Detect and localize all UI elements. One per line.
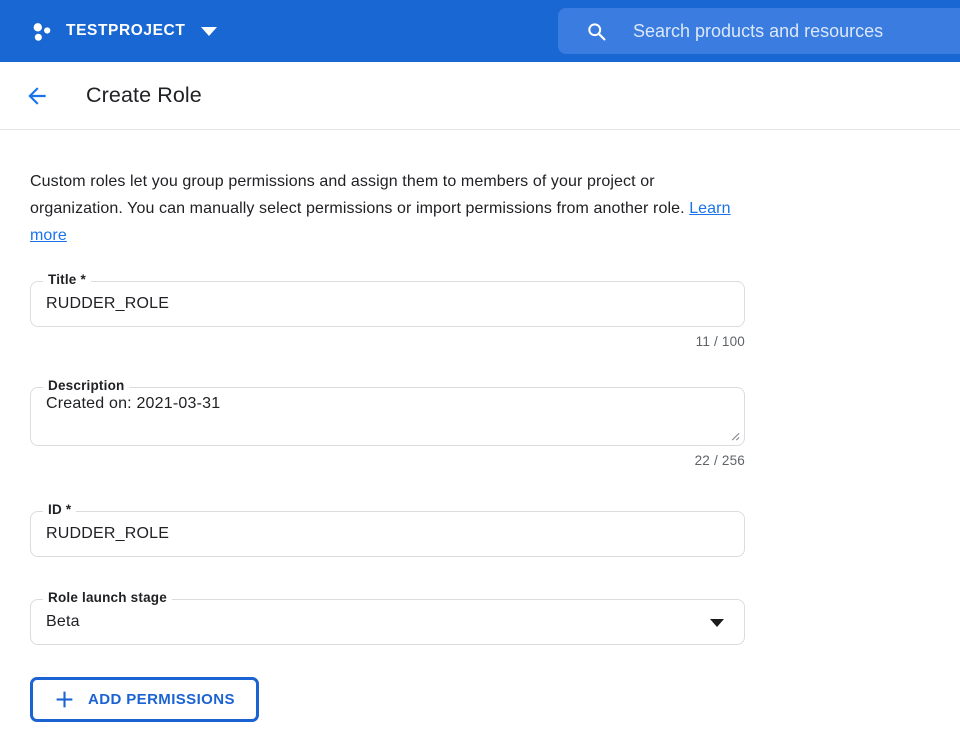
search-placeholder: Search products and resources: [633, 21, 883, 42]
resize-handle-icon[interactable]: [729, 430, 740, 441]
top-app-bar: TESTPROJECT Search products and resource…: [0, 0, 960, 62]
title-value: RUDDER_ROLE: [31, 295, 184, 313]
caret-down-icon: [201, 27, 217, 36]
dropdown-arrow-icon: [710, 619, 724, 627]
title-counter: 11 / 100: [30, 334, 745, 349]
id-value: RUDDER_ROLE: [31, 525, 184, 543]
launch-stage-value: Beta: [31, 613, 95, 631]
project-switcher[interactable]: TESTPROJECT: [30, 19, 217, 44]
id-input[interactable]: ID * RUDDER_ROLE: [30, 511, 745, 557]
description-counter: 22 / 256: [30, 453, 745, 468]
description-label: Description: [43, 378, 129, 393]
plus-icon: [54, 689, 75, 710]
create-role-page: { "topbar": { "project_name": "TESTPROJE…: [0, 0, 960, 756]
intro-text: Custom roles let you group permissions a…: [30, 168, 744, 249]
description-input[interactable]: Description Created on: 2021-03-31: [30, 387, 745, 446]
add-permissions-label: ADD PERMISSIONS: [88, 691, 235, 708]
page-title: Create Role: [86, 83, 202, 108]
add-permissions-button[interactable]: ADD PERMISSIONS: [30, 677, 259, 722]
id-label: ID *: [43, 502, 76, 517]
description-value: Created on: 2021-03-31: [31, 388, 744, 413]
page-header: Create Role: [0, 62, 960, 130]
back-arrow-icon: [24, 83, 50, 109]
scatter-plot-icon: [30, 19, 55, 44]
back-button[interactable]: [24, 83, 50, 109]
search-bar[interactable]: Search products and resources: [558, 8, 960, 54]
project-name: TESTPROJECT: [66, 22, 185, 40]
launch-stage-label: Role launch stage: [43, 590, 172, 605]
search-icon: [586, 21, 607, 42]
main-content: Custom roles let you group permissions a…: [0, 168, 960, 722]
launch-stage-select[interactable]: Role launch stage Beta: [30, 599, 745, 645]
intro-body: Custom roles let you group permissions a…: [30, 173, 685, 217]
title-input[interactable]: Title * RUDDER_ROLE: [30, 281, 745, 327]
title-label: Title *: [43, 272, 91, 287]
